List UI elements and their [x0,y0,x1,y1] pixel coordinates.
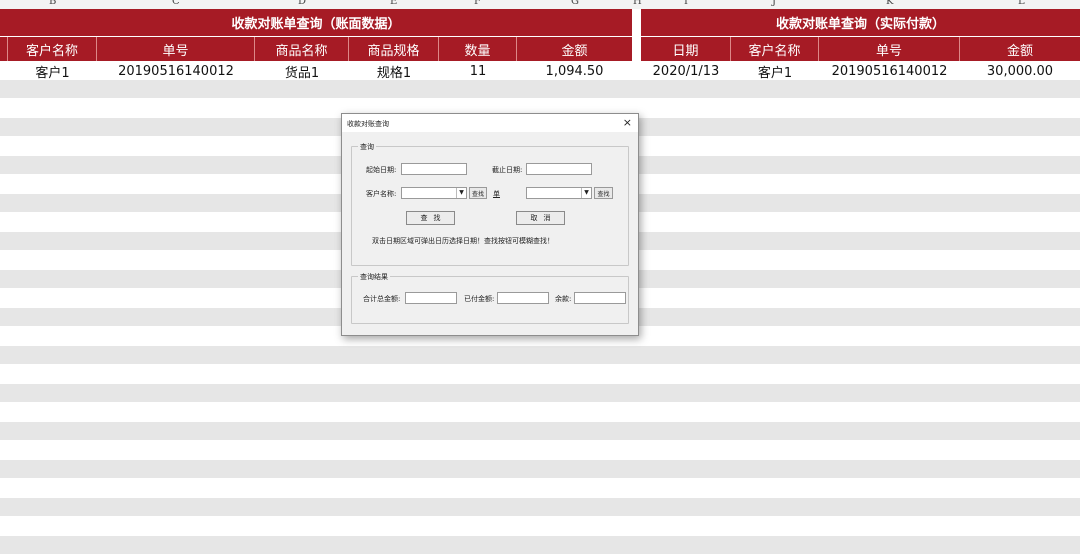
close-icon[interactable]: × [623,116,632,129]
query-group-label: 查询 [358,142,376,152]
column-letter-e[interactable]: E [390,0,397,7]
cell-date[interactable]: 2020/1/13 [641,61,731,81]
stripe-row [0,422,1080,440]
header-product-spec[interactable]: 商品规格 [349,37,439,61]
chevron-down-icon[interactable]: ▼ [581,188,591,198]
paid-amount-label: 已付金额: [464,295,495,303]
column-letter-d[interactable]: D [298,0,306,7]
stripe-row [0,80,1080,98]
start-date-input[interactable] [401,163,467,175]
column-letter-k[interactable]: K [886,0,893,7]
right-table-header: 日期 客户名称 单号 金额 [641,37,1080,61]
stripe-row [0,460,1080,478]
result-group-label: 查询结果 [358,272,390,282]
header-amount[interactable]: 金额 [517,37,632,61]
total-amount-label: 合计总金额: [363,295,401,303]
search-button[interactable]: 查找 [406,211,455,225]
header-order-no[interactable]: 单号 [97,37,255,61]
cell-quantity[interactable]: 11 [439,61,517,81]
customer-label: 客户名称: [366,190,397,198]
customer-find-button[interactable]: 查找 [469,187,487,199]
column-letter-l[interactable]: L [1018,0,1025,7]
stripe-row [0,384,1080,402]
header-quantity[interactable]: 数量 [439,37,517,61]
hint-text: 双击日期区域可弹出日历选择日期！查找按钮可模糊查找！ [372,237,554,245]
cell-customer[interactable]: 客户1 [8,61,97,81]
column-letter-f[interactable]: F [474,0,481,7]
order-combobox[interactable]: ▼ [526,187,592,199]
cell-order-no[interactable]: 20190516140012 [819,61,960,81]
right-table-title[interactable]: 收款对账单查询（实际付款） [641,9,1080,36]
order-find-button[interactable]: 查找 [594,187,613,199]
table-row: 2020/1/13 客户1 20190516140012 30,000.00 [641,61,1080,81]
left-table-header: 客户名称 单号 商品名称 商品规格 数量 金额 [0,37,632,61]
dialog-title: 收款对账查询 [347,120,389,128]
header-product-name[interactable]: 商品名称 [255,37,349,61]
header-customer[interactable]: 客户名称 [8,37,97,61]
header-amount[interactable]: 金额 [960,37,1080,61]
stripe-row [0,536,1080,554]
cell-product-name[interactable]: 货品1 [255,61,349,81]
cancel-button[interactable]: 取消 [516,211,565,225]
balance-field[interactable] [574,292,626,304]
stripe-row [0,346,1080,364]
table-row: 客户1 20190516140012 货品1 规格1 11 1,094.50 [0,61,632,81]
order-label: 单 [493,190,500,198]
column-letter-i[interactable]: I [684,0,688,7]
header-customer[interactable]: 客户名称 [731,37,819,61]
query-group: 查询 起始日期: 截止日期: 客户名称: ▼ 查找 单 ▼ 查找 查找 取消 双… [351,142,629,266]
end-date-label: 截止日期: [492,166,523,174]
cell-customer[interactable]: 客户1 [731,61,819,81]
end-date-input[interactable] [526,163,592,175]
column-h-gap [632,9,641,61]
paid-amount-field[interactable] [497,292,549,304]
chevron-down-icon[interactable]: ▼ [456,188,466,198]
column-letter-g[interactable]: G [571,0,579,7]
column-letter-h[interactable]: H [633,0,642,7]
column-letter-j[interactable]: J [772,0,776,7]
stripe-row [0,498,1080,516]
result-group: 查询结果 合计总金额: 已付金额: 余款: [351,272,629,324]
total-amount-field[interactable] [405,292,457,304]
cell-amount[interactable]: 1,094.50 [517,61,632,81]
column-letter-b[interactable]: B [49,0,56,7]
query-dialog: 收款对账查询 × 查询 起始日期: 截止日期: 客户名称: ▼ 查找 单 ▼ 查… [341,113,639,336]
customer-combobox[interactable]: ▼ [401,187,467,199]
cell-amount[interactable]: 30,000.00 [960,61,1080,81]
header-cell-a[interactable] [0,37,8,61]
dialog-titlebar[interactable]: 收款对账查询 × [342,114,638,132]
left-table-title[interactable]: 收款对账单查询（账面数据） [0,9,632,36]
cell-product-spec[interactable]: 规格1 [349,61,439,81]
column-letter-c[interactable]: C [172,0,180,7]
header-date[interactable]: 日期 [641,37,731,61]
balance-label: 余款: [555,295,572,303]
start-date-label: 起始日期: [366,166,397,174]
header-order-no[interactable]: 单号 [819,37,960,61]
cell-order-no[interactable]: 20190516140012 [97,61,255,81]
